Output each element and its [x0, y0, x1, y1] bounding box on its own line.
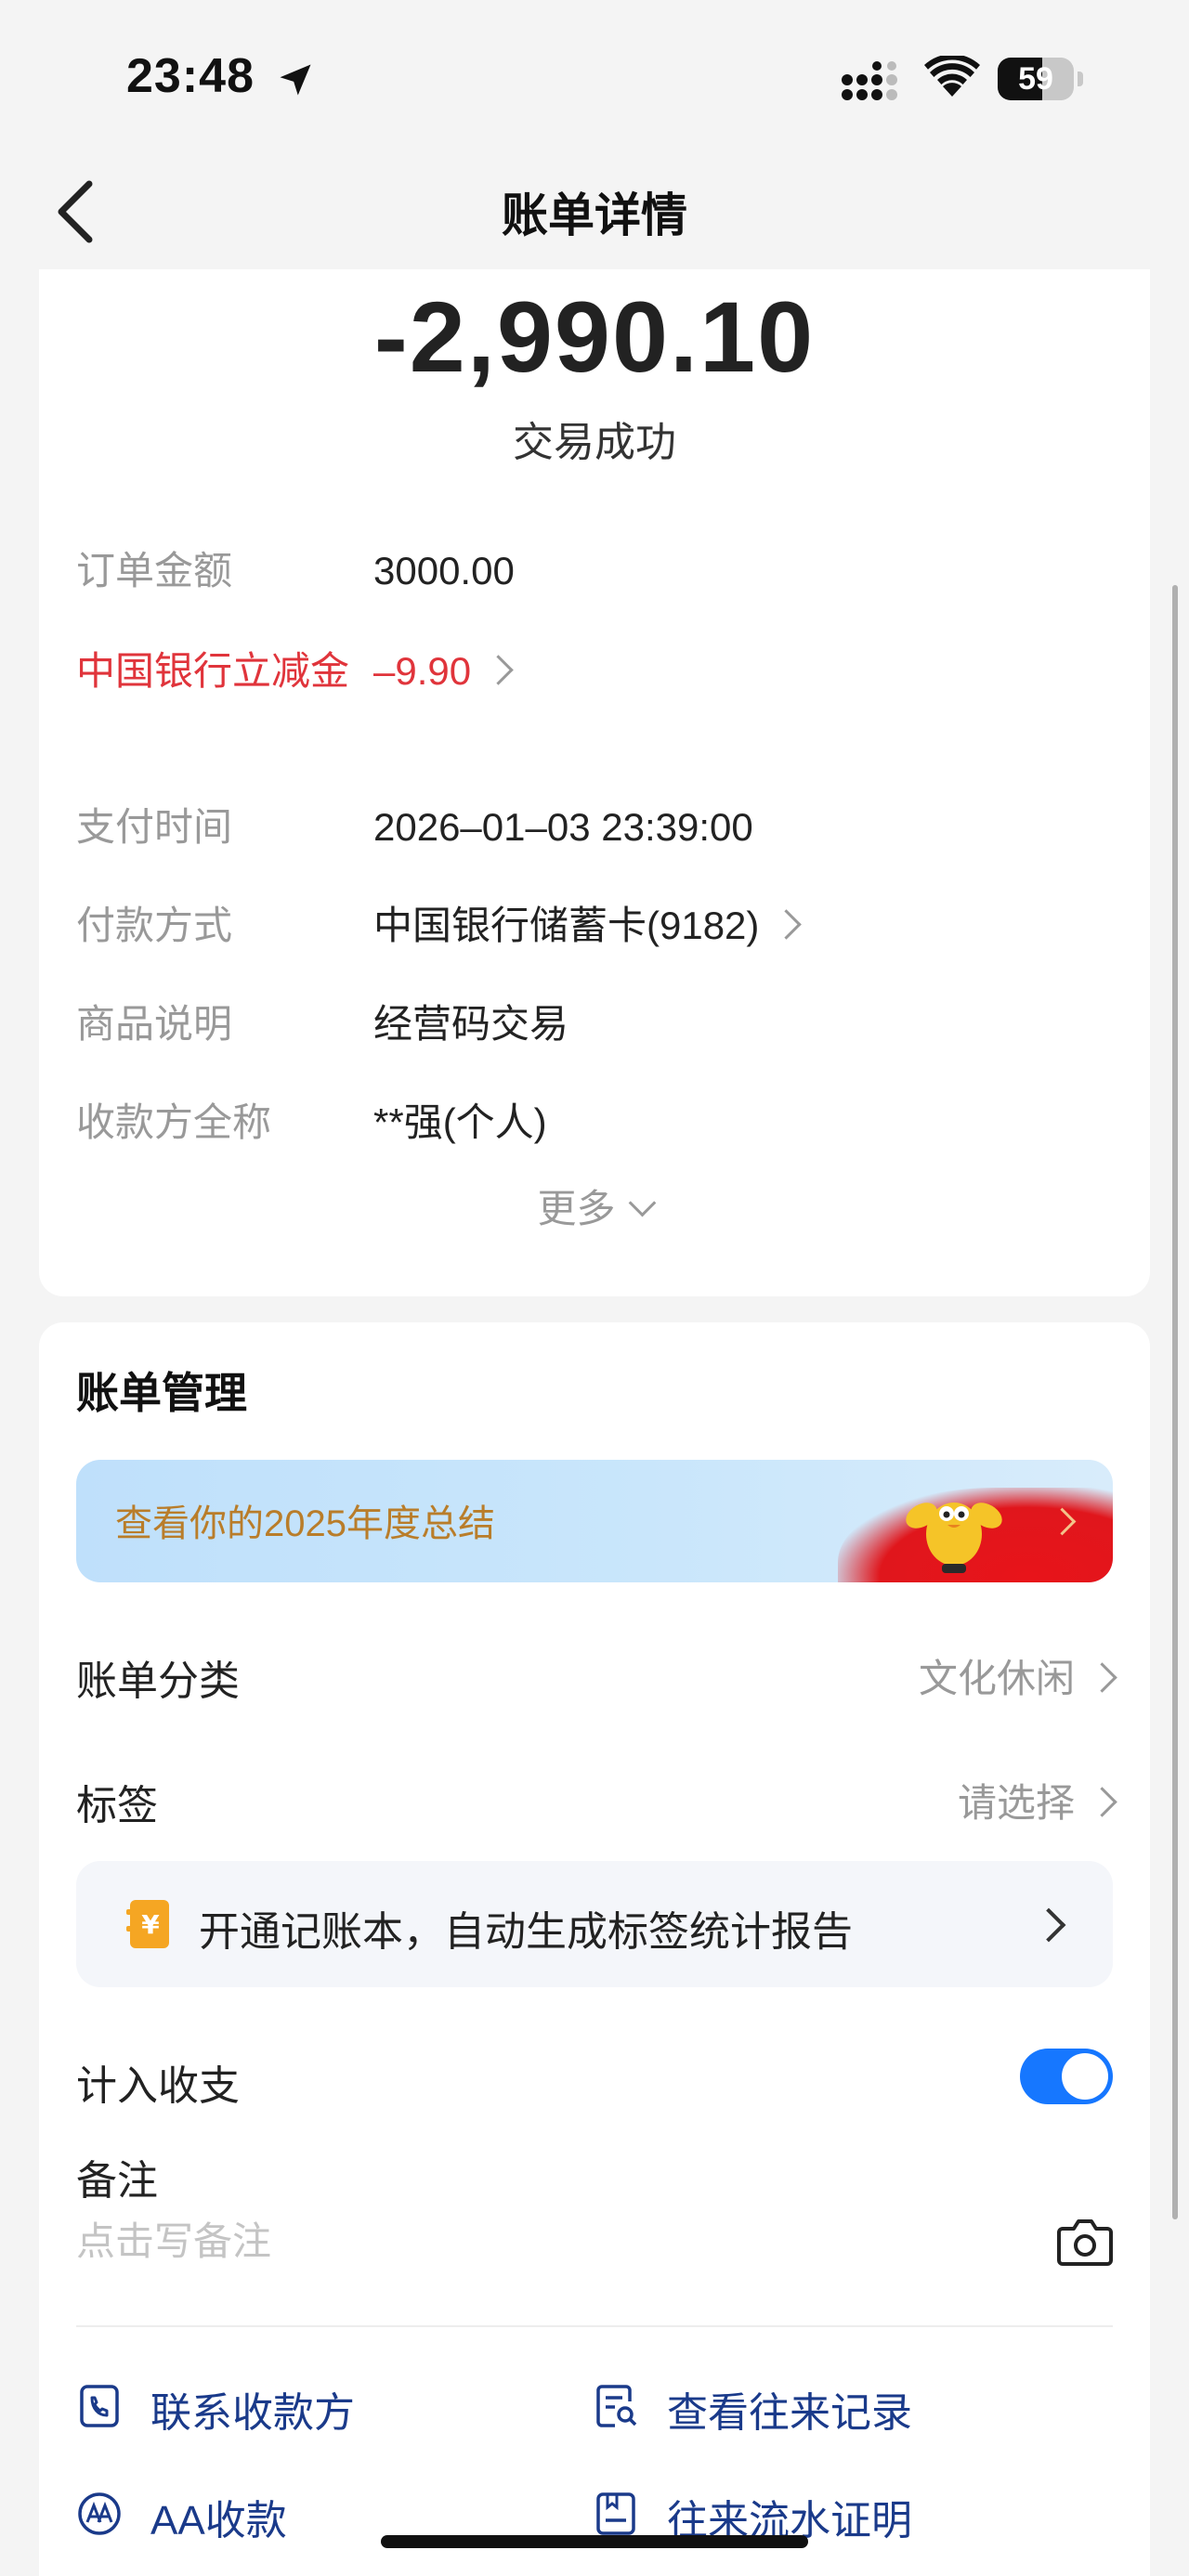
payee-value: **强(个人)	[373, 1100, 547, 1144]
bill-detail-card: -2,990.10 交易成功 订单金额 3000.00 中国银行立减金 –9.9…	[39, 269, 1150, 1296]
discount-value-link[interactable]: –9.90	[373, 641, 514, 702]
discount-value: –9.90	[373, 649, 472, 693]
ledger-promo[interactable]: ¥ 开通记账本，自动生成标签统计报告	[76, 1861, 1113, 1987]
include-toggle[interactable]	[1020, 2049, 1113, 2104]
scrollbar[interactable]	[1172, 585, 1178, 2219]
contact-payee-label: 联系收款方	[150, 2390, 355, 2436]
aa-collect-label: AA收款	[150, 2498, 287, 2543]
promo-text: 开通记账本，自动生成标签统计报告	[199, 1909, 853, 1955]
goods-value: 经营码交易	[373, 1002, 569, 1046]
cellular-signal-icon	[842, 61, 897, 100]
contact-payee-button[interactable]: 联系收款方	[76, 2374, 522, 2439]
transaction-status: 交易成功	[513, 420, 676, 465]
chevron-right-icon	[483, 655, 514, 686]
transaction-amount: -2,990.10	[373, 280, 816, 393]
page-title: 账单详情	[502, 189, 687, 241]
document-icon	[596, 2492, 635, 2535]
pay-time-label: 支付时间	[76, 805, 233, 849]
tag-label: 标签	[76, 1783, 158, 1828]
include-label: 计入收支	[76, 2063, 240, 2109]
ledger-yen-icon: ¥	[126, 1900, 169, 1948]
phone-icon	[80, 2385, 119, 2427]
pay-method-label: 付款方式	[76, 904, 233, 947]
category-selector[interactable]: 文化休闲	[918, 1647, 1117, 1704]
camera-icon[interactable]	[1057, 2216, 1113, 2268]
category-label: 账单分类	[76, 1659, 240, 1704]
section-title: 账单管理	[76, 1369, 247, 1417]
chevron-right-icon	[1087, 1787, 1117, 1818]
divider	[76, 2325, 1113, 2327]
chevron-down-icon	[628, 1189, 656, 1217]
more-button[interactable]: 更多	[39, 1177, 1150, 1234]
chevron-right-icon	[1031, 1907, 1066, 1943]
note-input[interactable]	[76, 2219, 1005, 2264]
mascot-icon	[906, 1503, 1002, 1573]
category-value: 文化休闲	[918, 1657, 1075, 1700]
pay-time-value: 2026–01–03 23:39:00	[373, 805, 753, 849]
bill-management-card: 账单管理 查看你的2025年度总结 账单分类 文化休闲 标签 请选择 ¥ 开通记…	[39, 1322, 1150, 2576]
tag-value: 请选择	[957, 1781, 1075, 1825]
search-records-icon	[596, 2385, 637, 2427]
discount-label: 中国银行立减金	[76, 649, 350, 693]
aa-icon	[78, 2492, 121, 2535]
goods-label: 商品说明	[76, 1002, 233, 1046]
nav-bar: 账单详情	[0, 158, 1189, 269]
status-time: 23:48	[126, 49, 255, 103]
order-amount-label: 订单金额	[76, 549, 233, 592]
view-records-label: 查看往来记录	[667, 2390, 912, 2436]
pay-method-value: 中国银行储蓄卡(9182)	[373, 904, 760, 947]
payee-label: 收款方全称	[76, 1100, 272, 1144]
wifi-icon	[924, 56, 980, 97]
chevron-right-icon	[771, 909, 803, 941]
more-label: 更多	[537, 1187, 616, 1230]
battery-percent: 59	[1018, 61, 1053, 97]
battery-indicator: 59	[998, 58, 1083, 100]
toggle-knob	[1062, 2053, 1108, 2100]
pay-method-link[interactable]: 中国银行储蓄卡(9182)	[373, 895, 803, 956]
ledger-yen-glyph: ¥	[141, 1909, 160, 1940]
tag-selector[interactable]: 请选择	[957, 1772, 1117, 1828]
chevron-right-icon	[1087, 1662, 1117, 1694]
order-amount-value: 3000.00	[373, 549, 515, 592]
location-arrow-icon	[280, 64, 311, 96]
view-records-button[interactable]: 查看往来记录	[593, 2374, 1039, 2439]
banner-text: 查看你的2025年度总结	[115, 1503, 495, 1544]
annual-summary-banner[interactable]: 查看你的2025年度总结	[76, 1460, 1113, 1582]
status-bar: 23:48 59	[0, 0, 1189, 158]
note-label: 备注	[76, 2158, 158, 2204]
home-indicator	[381, 2535, 808, 2548]
